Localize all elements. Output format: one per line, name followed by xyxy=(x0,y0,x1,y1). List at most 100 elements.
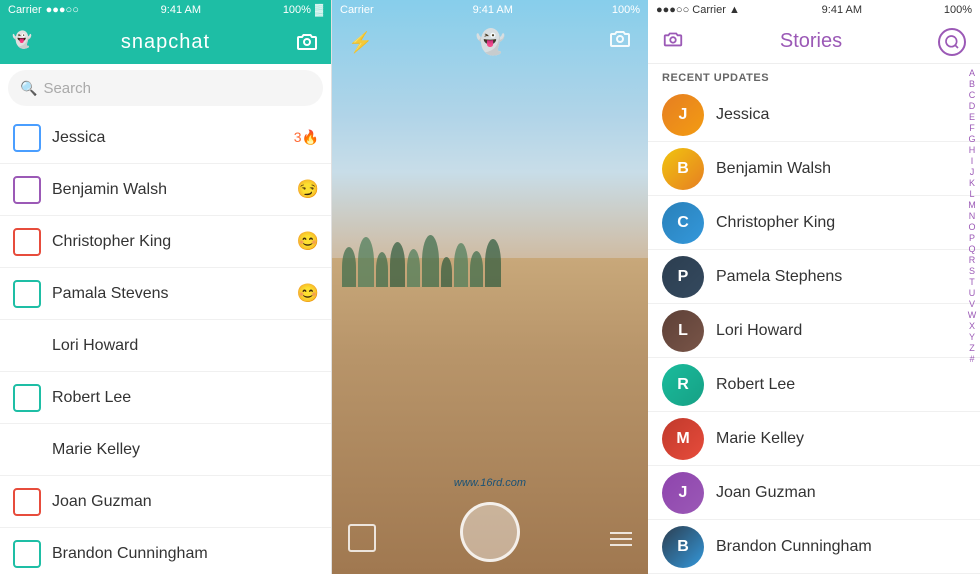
chat-item-brandon[interactable]: Brandon Cunningham xyxy=(0,528,331,574)
alpha-f[interactable]: F xyxy=(969,123,975,133)
chat-badge-benjamin: 😏 xyxy=(297,179,319,200)
story-avatar-christopher: C xyxy=(662,202,704,244)
chat-name-lori: Lori Howard xyxy=(52,337,319,355)
story-name-jessica: Jessica xyxy=(716,106,769,124)
stories-carrier: ●●●○○ Carrier ▲ xyxy=(656,4,740,16)
alpha-e[interactable]: E xyxy=(969,112,975,122)
stories-panel: ●●●○○ Carrier ▲ 9:41 AM 100% Stories REC… xyxy=(648,0,980,574)
story-avatar-lori: L xyxy=(662,310,704,352)
alpha-c[interactable]: C xyxy=(969,90,976,100)
chat-avatar-robert xyxy=(12,383,42,413)
chat-name-pamala: Pamala Stevens xyxy=(52,285,287,303)
alpha-z[interactable]: Z xyxy=(969,343,975,353)
alpha-l[interactable]: L xyxy=(969,189,974,199)
alpha-a[interactable]: A xyxy=(969,68,975,78)
alpha-o[interactable]: O xyxy=(968,222,975,232)
story-avatar-marie: M xyxy=(662,418,704,460)
chat-item-marie[interactable]: Marie Kelley xyxy=(0,424,331,476)
stories-camera-icon[interactable] xyxy=(662,28,684,55)
left-status-bar: Carrier ●●●○○ 9:41 AM 100% ▓ xyxy=(0,0,331,20)
alpha-hash[interactable]: # xyxy=(969,354,974,364)
shutter-button[interactable] xyxy=(460,502,520,562)
chat-avatar-marie xyxy=(12,435,42,465)
search-icon: 🔍 xyxy=(20,80,37,97)
stories-status-bar: ●●●○○ Carrier ▲ 9:41 AM 100% xyxy=(648,0,980,20)
story-name-marie: Marie Kelley xyxy=(716,430,804,448)
carrier-text: Carrier xyxy=(8,4,42,16)
chat-badge-jessica: 3🔥 xyxy=(294,129,319,146)
alpha-w[interactable]: W xyxy=(968,310,977,320)
chat-name-benjamin: Benjamin Walsh xyxy=(52,181,287,199)
story-item-joan[interactable]: J Joan Guzman xyxy=(648,466,980,520)
chat-avatar-joan xyxy=(12,487,42,517)
chat-name-jessica: Jessica xyxy=(52,129,284,147)
chat-avatar-benjamin xyxy=(12,175,42,205)
camera-battery: 100% xyxy=(612,4,640,16)
alpha-k[interactable]: K xyxy=(969,178,975,188)
menu-button[interactable] xyxy=(610,532,632,546)
chat-item-joan[interactable]: Joan Guzman xyxy=(0,476,331,528)
chat-avatar-christopher xyxy=(12,227,42,257)
alpha-p[interactable]: P xyxy=(969,233,975,243)
alpha-j[interactable]: J xyxy=(970,167,975,177)
alpha-t[interactable]: T xyxy=(969,277,975,287)
chat-avatar-brandon xyxy=(12,539,42,569)
alpha-n[interactable]: N xyxy=(969,211,976,221)
story-item-marie[interactable]: M Marie Kelley xyxy=(648,412,980,466)
story-item-robert[interactable]: R Robert Lee xyxy=(648,358,980,412)
chat-item-benjamin[interactable]: Benjamin Walsh 😏 xyxy=(0,164,331,216)
alpha-g[interactable]: G xyxy=(968,134,975,144)
alpha-b[interactable]: B xyxy=(969,79,975,89)
snapchat-ghost-icon[interactable]: 👻 xyxy=(476,28,506,57)
watermark: www.16rd.com xyxy=(454,477,526,489)
alpha-r[interactable]: R xyxy=(969,255,976,265)
search-bar[interactable]: 🔍 Search xyxy=(8,70,323,106)
camera-switch-icon[interactable] xyxy=(295,30,319,54)
alpha-x[interactable]: X xyxy=(969,321,975,331)
chat-item-robert[interactable]: Robert Lee xyxy=(0,372,331,424)
story-item-benjamin[interactable]: B Benjamin Walsh xyxy=(648,142,980,196)
chat-avatar-jessica xyxy=(12,123,42,153)
alpha-u[interactable]: U xyxy=(969,288,976,298)
gallery-button[interactable] xyxy=(348,524,376,552)
camera-panel: Carrier 9:41 AM 100% ⚡ 👻 www.16rd.com xyxy=(332,0,648,574)
chat-item-jessica[interactable]: Jessica 3🔥 xyxy=(0,112,331,164)
story-name-pamela: Pamela Stephens xyxy=(716,268,842,286)
story-item-lori[interactable]: L Lori Howard xyxy=(648,304,980,358)
battery-icon: ▓ xyxy=(315,4,323,16)
alpha-v[interactable]: V xyxy=(969,299,975,309)
ghost-icon[interactable]: 👻 xyxy=(12,30,36,54)
alpha-i[interactable]: I xyxy=(971,156,974,166)
stories-header: Stories xyxy=(648,20,980,64)
chat-name-marie: Marie Kelley xyxy=(52,441,319,459)
recent-updates-label: RECENT UPDATES xyxy=(648,64,980,88)
alpha-q[interactable]: Q xyxy=(968,244,975,254)
stories-title: Stories xyxy=(684,30,938,53)
flip-camera-icon[interactable] xyxy=(608,27,632,57)
alphabet-index[interactable]: A B C D E F G H I J K L M N O P Q R S T … xyxy=(964,64,980,368)
chat-item-pamala[interactable]: Pamala Stevens 😊 xyxy=(0,268,331,320)
chat-name-brandon: Brandon Cunningham xyxy=(52,545,319,563)
chat-list: Jessica 3🔥 Benjamin Walsh 😏 Christopher … xyxy=(0,112,331,574)
camera-bottom-bar xyxy=(332,494,648,574)
alpha-m[interactable]: M xyxy=(968,200,976,210)
chat-item-christopher[interactable]: Christopher King 😊 xyxy=(0,216,331,268)
story-item-pamela[interactable]: P Pamela Stephens xyxy=(648,250,980,304)
chat-item-lori[interactable]: Lori Howard xyxy=(0,320,331,372)
story-item-brandon[interactable]: B Brandon Cunningham xyxy=(648,520,980,574)
story-name-benjamin: Benjamin Walsh xyxy=(716,160,831,178)
flash-icon[interactable]: ⚡ xyxy=(348,30,373,55)
story-item-christopher[interactable]: C Christopher King xyxy=(648,196,980,250)
alpha-h[interactable]: H xyxy=(969,145,976,155)
story-avatar-robert: R xyxy=(662,364,704,406)
alpha-d[interactable]: D xyxy=(969,101,976,111)
camera-carrier: Carrier xyxy=(340,4,374,16)
alpha-y[interactable]: Y xyxy=(969,332,975,342)
left-status-right: 100% ▓ xyxy=(283,4,323,16)
story-name-robert: Robert Lee xyxy=(716,376,795,394)
story-name-christopher: Christopher King xyxy=(716,214,835,232)
chat-badge-christopher: 😊 xyxy=(297,231,319,252)
alpha-s[interactable]: S xyxy=(969,266,975,276)
stories-add-icon[interactable] xyxy=(938,28,966,56)
story-item-jessica[interactable]: J Jessica xyxy=(648,88,980,142)
